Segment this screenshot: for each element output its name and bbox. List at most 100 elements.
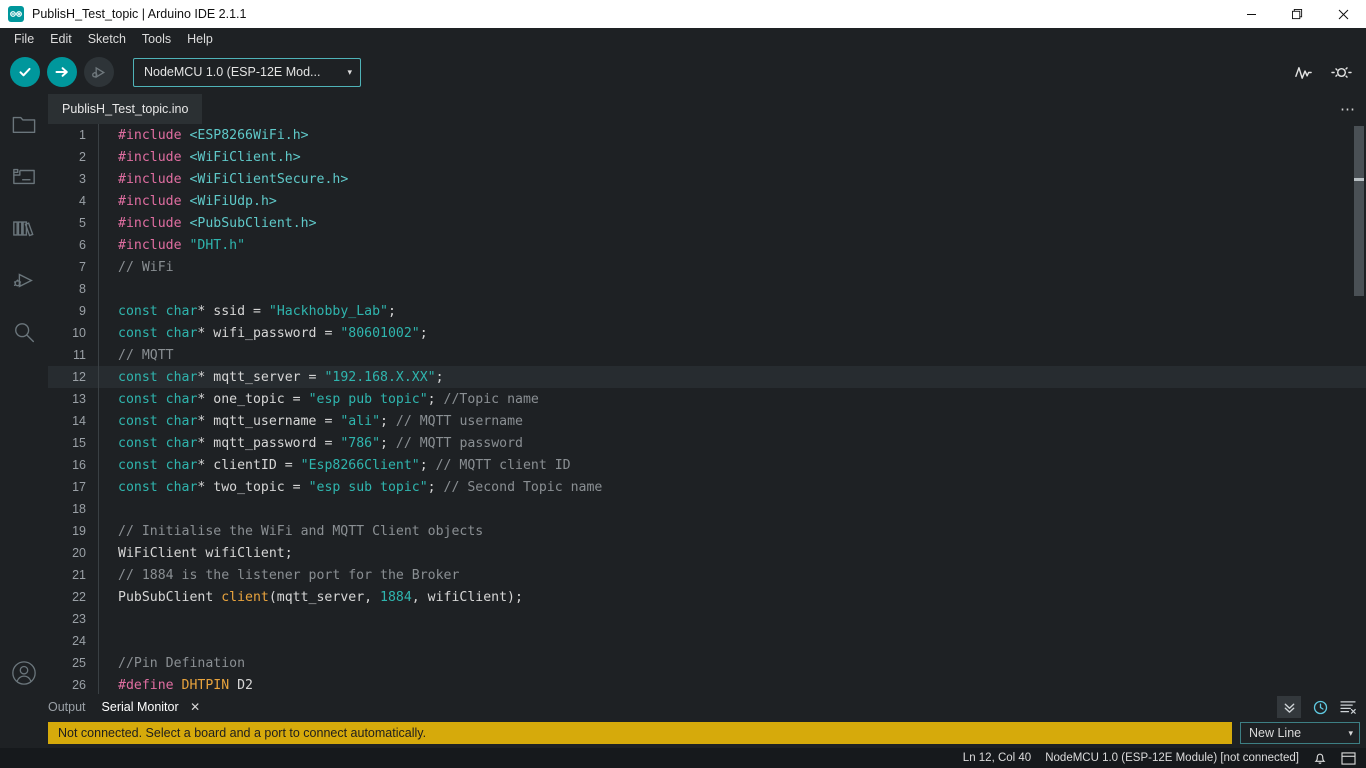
- code-token: const char: [118, 457, 198, 473]
- code-token: // 1884 is the listener port for the Bro…: [118, 567, 460, 583]
- code-token: client: [221, 589, 269, 605]
- sidebar-item-debug[interactable]: [0, 254, 48, 306]
- menu-help[interactable]: Help: [179, 30, 221, 48]
- chevron-double-down-icon[interactable]: [1277, 696, 1301, 718]
- board-selector[interactable]: NodeMCU 1.0 (ESP-12E Mod... ▾: [133, 57, 361, 87]
- code-token: * mqtt_username =: [197, 413, 341, 429]
- gutter-divider: [98, 454, 108, 476]
- debug-button[interactable]: [84, 57, 114, 87]
- code-line[interactable]: 21 // 1884 is the listener port for the B…: [48, 564, 1366, 586]
- bell-icon[interactable]: [1313, 751, 1327, 765]
- code-token: * clientID =: [197, 457, 301, 473]
- serial-monitor-icon[interactable]: [1331, 63, 1352, 82]
- main-region: PublisH_Test_topic.ino ⋯ 1 #include <ESP8…: [0, 94, 1366, 694]
- menu-file[interactable]: File: [6, 30, 42, 48]
- line-number: 6: [79, 238, 86, 252]
- code-line[interactable]: 6 #include "DHT.h": [48, 234, 1366, 256]
- code-line-text: const char* mqtt_password = "786"; // MQ…: [108, 436, 523, 451]
- code-line-text: const char* ssid = "Hackhobby_Lab";: [108, 304, 396, 319]
- line-number: 22: [72, 590, 86, 604]
- code-token: #include: [118, 127, 182, 143]
- panel-tabbar: Output Serial Monitor ✕: [0, 694, 1366, 720]
- upload-button[interactable]: [47, 57, 77, 87]
- code-line[interactable]: 17 const char* two_topic = "esp sub topic…: [48, 476, 1366, 498]
- sidebar-item-library-manager[interactable]: [0, 202, 48, 254]
- code-line[interactable]: 25 //Pin Defination: [48, 652, 1366, 674]
- serial-plotter-icon[interactable]: [1294, 63, 1313, 82]
- code-line-text: const char* one_topic = "esp pub topic";…: [108, 392, 539, 407]
- code-token: "esp pub topic": [308, 391, 428, 407]
- code-line[interactable]: 11 // MQTT: [48, 344, 1366, 366]
- menu-sketch[interactable]: Sketch: [80, 30, 134, 48]
- minimize-button[interactable]: [1228, 0, 1274, 28]
- code-line[interactable]: 12 const char* mqtt_server = "192.168.X.X…: [48, 366, 1366, 388]
- code-token: "ali": [340, 413, 381, 429]
- code-line[interactable]: 18: [48, 498, 1366, 520]
- code-line[interactable]: 3 #include <WiFiClientSecure.h>: [48, 168, 1366, 190]
- code-token: ;: [419, 325, 428, 341]
- code-token: "Esp8266Client": [300, 457, 420, 473]
- gutter-divider: [98, 388, 108, 410]
- account-button[interactable]: [0, 660, 48, 686]
- code-line-text: // WiFi: [108, 260, 174, 275]
- code-editor[interactable]: 1 #include <ESP8266WiFi.h> 2 #include <WiFi…: [48, 124, 1366, 694]
- code-line-text: const char* mqtt_username = "ali"; // MQ…: [108, 414, 523, 429]
- clear-output-icon[interactable]: [1340, 700, 1356, 714]
- code-line-text: #include <WiFiClientSecure.h>: [108, 172, 348, 187]
- sidebar-item-boards-manager[interactable]: [0, 150, 48, 202]
- code-line[interactable]: 2 #include <WiFiClient.h>: [48, 146, 1366, 168]
- code-line-text: #define DHTPIN D2: [108, 678, 253, 693]
- books-icon: [12, 218, 36, 239]
- line-ending-selector[interactable]: New Line ▾: [1240, 722, 1360, 744]
- gutter-divider: [98, 674, 108, 694]
- editor-more-options-button[interactable]: ⋯: [1340, 94, 1356, 124]
- code-line[interactable]: 4 #include <WiFiUdp.h>: [48, 190, 1366, 212]
- gutter-divider: [98, 300, 108, 322]
- code-line[interactable]: 26 #define DHTPIN D2: [48, 674, 1366, 694]
- panel-layout-icon[interactable]: [1341, 751, 1356, 765]
- editor-vertical-scrollbar[interactable]: [1352, 124, 1366, 694]
- code-token: #include: [118, 149, 182, 165]
- code-line[interactable]: 20 WiFiClient wifiClient;: [48, 542, 1366, 564]
- code-line[interactable]: 24: [48, 630, 1366, 652]
- sidebar-item-search[interactable]: [0, 306, 48, 358]
- close-button[interactable]: [1320, 0, 1366, 28]
- code-line[interactable]: 9 const char* ssid = "Hackhobby_Lab";: [48, 300, 1366, 322]
- code-line[interactable]: 22 PubSubClient client(mqtt_server, 1884,…: [48, 586, 1366, 608]
- menu-tools[interactable]: Tools: [134, 30, 179, 48]
- code-token: <WiFiClientSecure.h>: [189, 171, 349, 187]
- scrollbar-thumb[interactable]: [1354, 126, 1364, 296]
- panel-tab-output[interactable]: Output: [48, 700, 86, 714]
- code-line-text: const char* clientID = "Esp8266Client"; …: [108, 458, 571, 473]
- code-line-text: WiFiClient wifiClient;: [108, 546, 293, 561]
- editor-tab-sketch[interactable]: PublisH_Test_topic.ino: [48, 94, 203, 124]
- sidebar-item-sketchbook[interactable]: [0, 98, 48, 150]
- panel-tab-serial-monitor[interactable]: Serial Monitor ✕: [102, 700, 201, 714]
- code-line[interactable]: 14 const char* mqtt_username = "ali"; // …: [48, 410, 1366, 432]
- code-line[interactable]: 16 const char* clientID = "Esp8266Client"…: [48, 454, 1366, 476]
- verify-button[interactable]: [10, 57, 40, 87]
- gutter-divider: [98, 322, 108, 344]
- menu-edit[interactable]: Edit: [42, 30, 80, 48]
- code-line[interactable]: 13 const char* one_topic = "esp pub topic…: [48, 388, 1366, 410]
- code-line[interactable]: 19 // Initialise the WiFi and MQTT Client…: [48, 520, 1366, 542]
- code-token: * mqtt_server =: [197, 369, 325, 385]
- code-token: #include: [118, 215, 182, 231]
- gutter-divider: [98, 212, 108, 234]
- line-number: 7: [79, 260, 86, 274]
- code-line[interactable]: 23: [48, 608, 1366, 630]
- code-line[interactable]: 1 #include <ESP8266WiFi.h>: [48, 124, 1366, 146]
- code-line[interactable]: 15 const char* mqtt_password = "786"; // …: [48, 432, 1366, 454]
- code-token: "Hackhobby_Lab": [268, 303, 388, 319]
- code-line-text: #include <ESP8266WiFi.h>: [108, 128, 309, 143]
- clock-icon[interactable]: [1313, 700, 1328, 715]
- code-line[interactable]: 10 const char* wifi_password = "80601002"…: [48, 322, 1366, 344]
- code-line-text: #include <PubSubClient.h>: [108, 216, 317, 231]
- maximize-button[interactable]: [1274, 0, 1320, 28]
- code-line[interactable]: 5 #include <PubSubClient.h>: [48, 212, 1366, 234]
- code-line[interactable]: 8: [48, 278, 1366, 300]
- code-token: const char: [118, 413, 198, 429]
- code-line[interactable]: 7 // WiFi: [48, 256, 1366, 278]
- close-icon[interactable]: ✕: [190, 700, 200, 714]
